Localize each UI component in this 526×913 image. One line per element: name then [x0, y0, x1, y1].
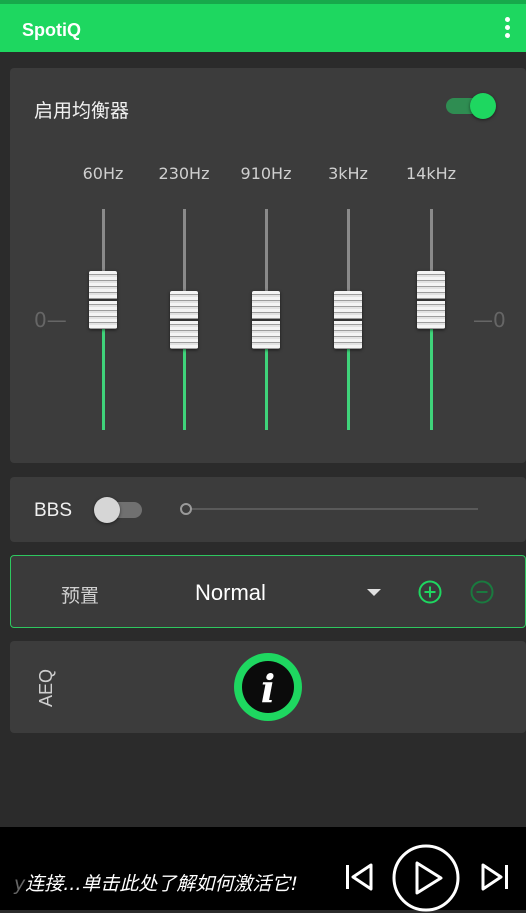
preset-label: 预置 — [61, 585, 100, 607]
band-slider-knob[interactable] — [252, 290, 280, 349]
app-bar: SpotiQ — [0, 0, 526, 52]
aeq-label: AEQ — [36, 668, 56, 707]
info-glyph: i — [260, 666, 276, 711]
band-label: 910Hz — [240, 164, 292, 183]
skip-next-icon[interactable] — [480, 863, 510, 891]
app-title: SpotiQ — [22, 20, 81, 40]
band-label: 60Hz — [82, 164, 124, 183]
bbs-label: BBS — [34, 500, 73, 521]
bbs-card: BBS — [10, 477, 526, 542]
info-icon[interactable]: i — [234, 653, 302, 721]
player-message[interactable]: y连接...单击此处了解如何激活它! — [14, 869, 298, 896]
preset-select[interactable]: Normal — [195, 580, 266, 606]
mini-player: y连接...单击此处了解如何激活它! — [0, 827, 526, 913]
skip-previous-icon[interactable] — [344, 863, 374, 891]
bbs-slider-handle[interactable] — [180, 503, 192, 515]
equalizer-toggle[interactable] — [446, 93, 496, 119]
band-slider-knob[interactable] — [417, 270, 445, 329]
band-slider-knob[interactable] — [89, 270, 117, 329]
band-slider-knob[interactable] — [170, 290, 198, 349]
equalizer-card: 启用均衡器 0— —0 60Hz 230Hz 910Hz 3kHz 14kHz — [10, 68, 526, 463]
bbs-slider-track[interactable] — [190, 508, 478, 510]
band-label: 230Hz — [158, 164, 210, 183]
aeq-card: AEQ i — [10, 641, 526, 733]
add-circle-icon[interactable] — [418, 580, 442, 604]
band-label: 3kHz — [328, 164, 368, 183]
preset-card: 预置 Normal — [10, 555, 526, 628]
enable-equalizer-label: 启用均衡器 — [34, 100, 130, 122]
bbs-toggle[interactable] — [94, 497, 144, 523]
more-vert-icon[interactable] — [502, 17, 512, 43]
remove-circle-icon[interactable] — [470, 580, 494, 604]
dropdown-caret-icon[interactable] — [367, 589, 381, 596]
play-icon[interactable] — [391, 843, 461, 913]
band-label: 14kHz — [405, 164, 457, 183]
zero-level-left: 0— — [34, 308, 67, 332]
band-slider-knob[interactable] — [334, 290, 362, 349]
zero-level-right: —0 — [473, 308, 506, 332]
